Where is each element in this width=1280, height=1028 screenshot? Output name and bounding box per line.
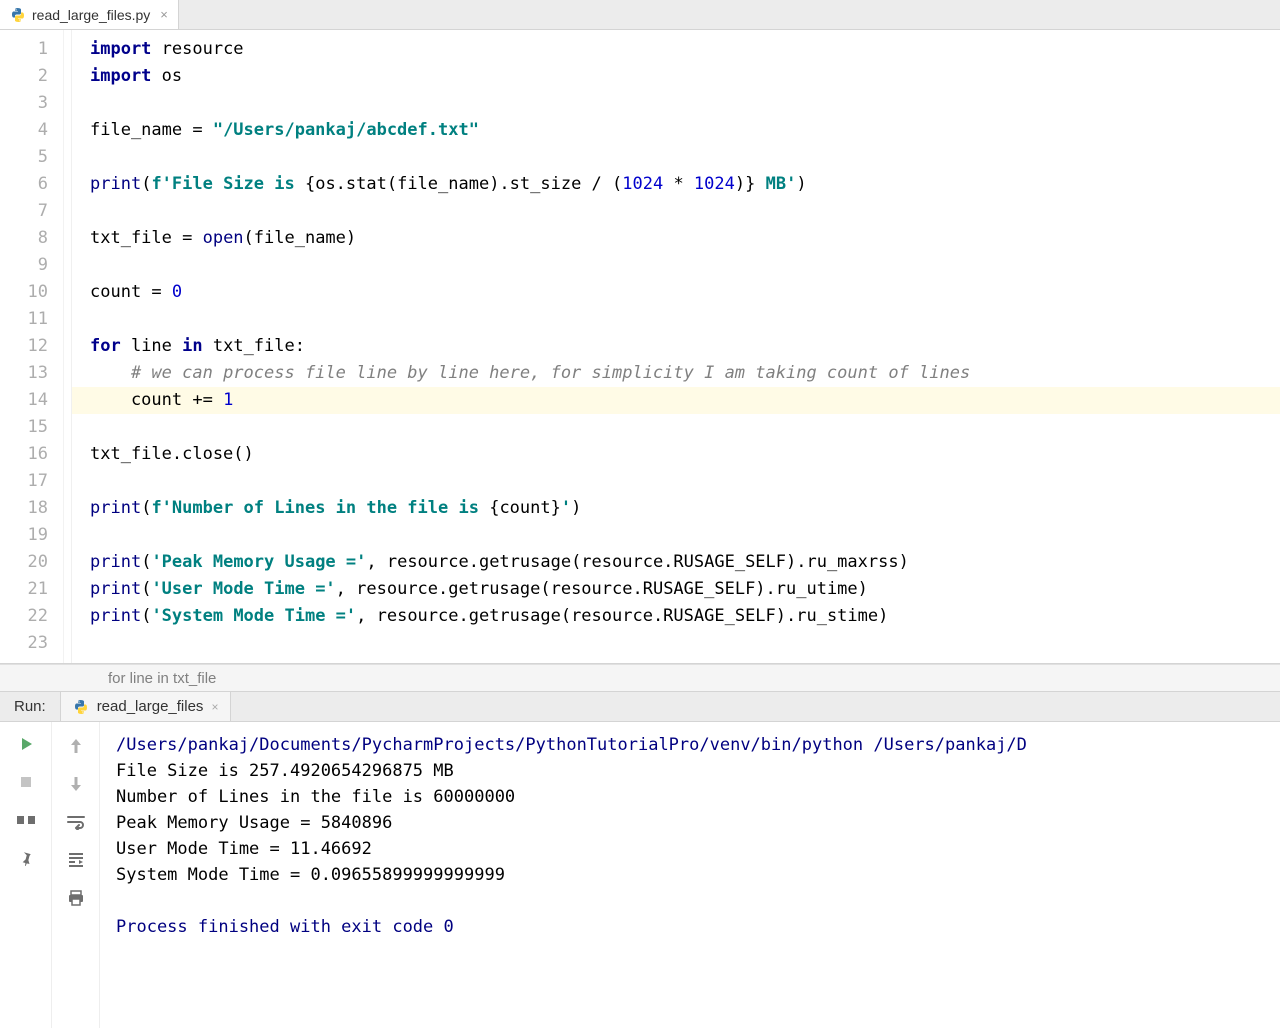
line-number: 18 bbox=[0, 495, 48, 522]
line-number: 13 bbox=[0, 360, 48, 387]
layout-button[interactable] bbox=[14, 808, 38, 832]
line-number: 22 bbox=[0, 603, 48, 630]
line-number: 19 bbox=[0, 522, 48, 549]
line-number: 17 bbox=[0, 468, 48, 495]
code-line[interactable] bbox=[90, 414, 1280, 441]
line-number: 23 bbox=[0, 630, 48, 657]
code-line[interactable]: file_name = "/Users/pankaj/abcdef.txt" bbox=[90, 117, 1280, 144]
print-button[interactable] bbox=[64, 886, 88, 910]
code-line[interactable]: print('System Mode Time =', resource.get… bbox=[90, 603, 1280, 630]
editor-tab-bar: read_large_files.py × bbox=[0, 0, 1280, 30]
line-number: 16 bbox=[0, 441, 48, 468]
code-line[interactable]: # we can process file line by line here,… bbox=[90, 360, 1280, 387]
code-line[interactable]: print(f'Number of Lines in the file is {… bbox=[90, 495, 1280, 522]
soft-wrap-button[interactable] bbox=[64, 810, 88, 834]
run-panel-header: Run: read_large_files × bbox=[0, 692, 1280, 722]
python-run-icon bbox=[73, 699, 89, 715]
code-line[interactable] bbox=[90, 468, 1280, 495]
line-number: 21 bbox=[0, 576, 48, 603]
line-number: 15 bbox=[0, 414, 48, 441]
scroll-to-end-button[interactable] bbox=[64, 848, 88, 872]
code-line[interactable]: print('User Mode Time =', resource.getru… bbox=[90, 576, 1280, 603]
code-line[interactable] bbox=[90, 522, 1280, 549]
line-number: 20 bbox=[0, 549, 48, 576]
console-line: Number of Lines in the file is 60000000 bbox=[116, 784, 1280, 810]
line-number: 10 bbox=[0, 279, 48, 306]
code-line[interactable] bbox=[90, 144, 1280, 171]
code-line[interactable]: txt_file.close() bbox=[90, 441, 1280, 468]
line-number: 11 bbox=[0, 306, 48, 333]
code-editor[interactable]: 1234567891011121314151617181920212223 im… bbox=[0, 30, 1280, 664]
console-line: Process finished with exit code 0 bbox=[116, 914, 1280, 940]
run-panel-label: Run: bbox=[0, 692, 60, 721]
code-line[interactable] bbox=[90, 252, 1280, 279]
line-number: 3 bbox=[0, 90, 48, 117]
line-number: 9 bbox=[0, 252, 48, 279]
code-line[interactable]: import resource bbox=[90, 36, 1280, 63]
code-line[interactable]: print('Peak Memory Usage =', resource.ge… bbox=[90, 549, 1280, 576]
console-line: Peak Memory Usage = 5840896 bbox=[116, 810, 1280, 836]
code-line[interactable]: txt_file = open(file_name) bbox=[90, 225, 1280, 252]
run-tool-column-left bbox=[0, 722, 52, 1028]
line-number: 14 bbox=[0, 387, 48, 414]
code-line[interactable]: print(f'File Size is {os.stat(file_name)… bbox=[90, 171, 1280, 198]
code-line[interactable] bbox=[90, 630, 1280, 657]
code-line[interactable]: count += 1 bbox=[72, 387, 1280, 414]
code-line[interactable] bbox=[90, 90, 1280, 117]
close-tab-icon[interactable]: × bbox=[160, 7, 168, 22]
console-line: File Size is 257.4920654296875 MB bbox=[116, 758, 1280, 784]
editor-tab[interactable]: read_large_files.py × bbox=[0, 0, 179, 29]
line-number: 5 bbox=[0, 144, 48, 171]
run-tool-column-right bbox=[52, 722, 100, 1028]
scroll-up-button[interactable] bbox=[64, 734, 88, 758]
code-line[interactable] bbox=[90, 306, 1280, 333]
line-number: 1 bbox=[0, 36, 48, 63]
line-number: 4 bbox=[0, 117, 48, 144]
code-line[interactable] bbox=[90, 198, 1280, 225]
code-line[interactable]: count = 0 bbox=[90, 279, 1280, 306]
line-number: 2 bbox=[0, 63, 48, 90]
scroll-down-button[interactable] bbox=[64, 772, 88, 796]
close-run-tab-icon[interactable]: × bbox=[211, 700, 218, 714]
console-line: User Mode Time = 11.46692 bbox=[116, 836, 1280, 862]
line-number-gutter: 1234567891011121314151617181920212223 bbox=[0, 30, 56, 663]
line-number: 7 bbox=[0, 198, 48, 225]
line-number: 8 bbox=[0, 225, 48, 252]
fold-column bbox=[56, 30, 72, 663]
run-config-tab[interactable]: read_large_files × bbox=[60, 692, 232, 721]
console-output[interactable]: /Users/pankaj/Documents/PycharmProjects/… bbox=[100, 722, 1280, 1028]
python-file-icon bbox=[10, 7, 26, 23]
pin-button[interactable] bbox=[14, 846, 38, 870]
breadcrumb-text: for line in txt_file bbox=[108, 670, 216, 687]
line-number: 12 bbox=[0, 333, 48, 360]
console-line bbox=[116, 888, 1280, 914]
line-number: 6 bbox=[0, 171, 48, 198]
editor-tab-label: read_large_files.py bbox=[32, 7, 150, 23]
console-line: System Mode Time = 0.09655899999999999 bbox=[116, 862, 1280, 888]
console-line: /Users/pankaj/Documents/PycharmProjects/… bbox=[116, 732, 1280, 758]
run-panel-body: /Users/pankaj/Documents/PycharmProjects/… bbox=[0, 722, 1280, 1028]
code-line[interactable]: import os bbox=[90, 63, 1280, 90]
run-button[interactable] bbox=[14, 732, 38, 756]
breadcrumb[interactable]: for line in txt_file bbox=[0, 664, 1280, 692]
code-area[interactable]: import resourceimport os file_name = "/U… bbox=[72, 30, 1280, 663]
run-tab-label: read_large_files bbox=[97, 698, 204, 715]
stop-button[interactable] bbox=[14, 770, 38, 794]
code-line[interactable]: for line in txt_file: bbox=[90, 333, 1280, 360]
